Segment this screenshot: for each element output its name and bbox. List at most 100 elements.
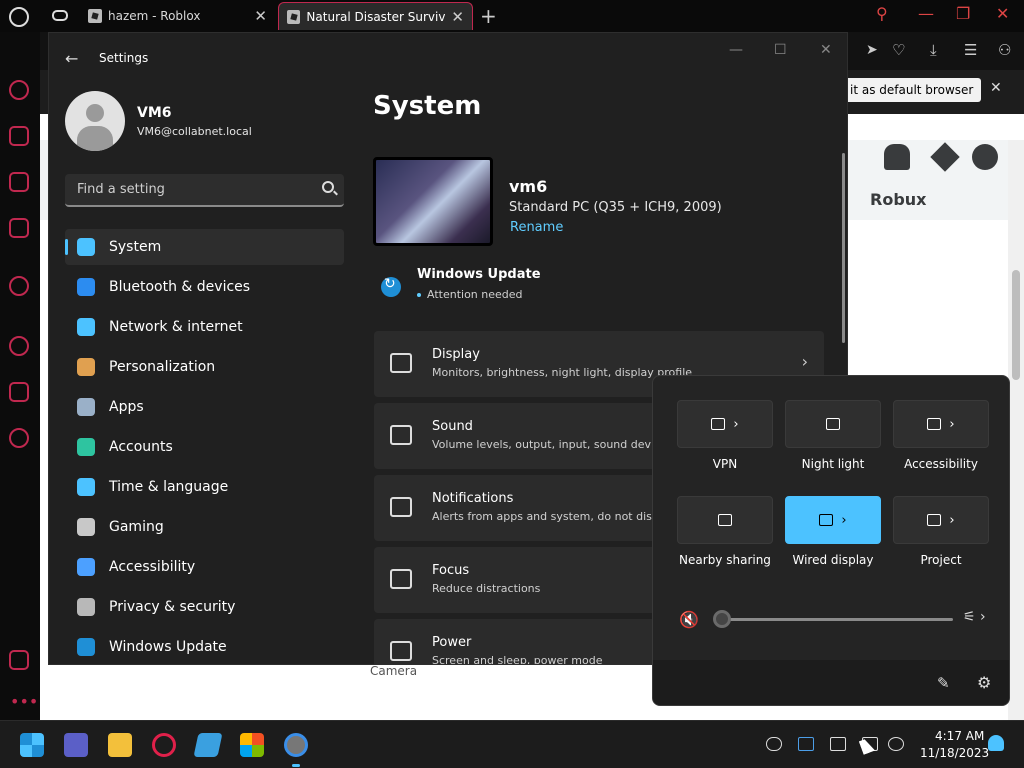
search-icon[interactable]	[322, 181, 334, 193]
settings-gear-icon[interactable]	[9, 428, 29, 448]
volume-slider[interactable]	[719, 618, 953, 621]
search-input[interactable]	[75, 181, 305, 198]
robux-label[interactable]: Robux	[870, 190, 926, 209]
speed-dial-icon[interactable]	[9, 80, 29, 100]
set-default-browser-button[interactable]: it as default browser	[842, 78, 982, 102]
tile-accessibility[interactable]: ›	[893, 400, 989, 448]
search-box[interactable]	[65, 174, 344, 207]
close-icon[interactable]: ✕	[820, 42, 832, 58]
sidebar-item-label: Privacy & security	[109, 599, 236, 615]
minimize-icon[interactable]: —	[729, 42, 743, 58]
keyboard-icon[interactable]	[830, 737, 846, 751]
opera-gx-icon[interactable]	[152, 733, 176, 757]
all-settings-gear-icon[interactable]: ⚙	[977, 673, 991, 692]
easy-setup-icon[interactable]: ☰	[964, 41, 977, 59]
opera-logo-icon[interactable]	[9, 7, 29, 27]
cube-icon[interactable]	[9, 382, 29, 402]
notifications-bell-icon[interactable]	[884, 144, 910, 170]
minimize-icon[interactable]: —	[918, 4, 934, 23]
sidebar-item-privacy-security[interactable]: Privacy & security	[65, 589, 344, 625]
windows-update-title[interactable]: Windows Update	[417, 267, 541, 282]
gamepad-icon	[77, 518, 95, 536]
volume-slider-thumb[interactable]	[713, 610, 731, 628]
audio-output-icon[interactable]: ⚟ ›	[963, 609, 986, 625]
tile-label: Wired display	[792, 553, 874, 567]
back-arrow-icon[interactable]: ←	[65, 49, 78, 68]
search-tabs-icon[interactable]: ⚲	[876, 4, 888, 23]
tile-wired-display[interactable]: ›	[785, 496, 881, 544]
twitch-icon[interactable]	[9, 172, 29, 192]
tab-hazem-roblox[interactable]: hazem - Roblox ✕	[80, 2, 275, 30]
chevron-right-icon[interactable]: ›	[841, 513, 846, 528]
sidebar-item-personalization[interactable]: Personalization	[65, 349, 344, 385]
settings-gear-icon[interactable]	[972, 144, 998, 170]
brush-icon	[77, 358, 95, 376]
cpu-icon[interactable]	[9, 218, 29, 238]
close-tab-icon[interactable]: ✕	[254, 7, 267, 25]
more-icon[interactable]: •••	[10, 692, 38, 711]
sidebar-item-bluetooth-devices[interactable]: Bluetooth & devices	[65, 269, 344, 305]
sidebar-item-accessibility[interactable]: Accessibility	[65, 549, 344, 585]
microsoft-store-icon[interactable]	[240, 733, 264, 757]
teams-icon[interactable]	[64, 733, 88, 757]
tile-vpn[interactable]: ›	[677, 400, 773, 448]
heart-icon[interactable]: ♡	[892, 41, 905, 59]
close-banner-icon[interactable]: ✕	[990, 80, 1002, 96]
notification-bell-icon[interactable]	[988, 735, 1004, 751]
tile-night-light[interactable]	[785, 400, 881, 448]
chevron-right-icon[interactable]: ›	[733, 417, 738, 432]
sidebar-item-system[interactable]: System	[65, 229, 344, 265]
restore-icon[interactable]: ❐	[956, 4, 970, 23]
sidebar-item-windows-update[interactable]: Windows Update	[65, 629, 344, 664]
file-explorer-icon[interactable]	[108, 733, 132, 757]
sidebar-item-time-language[interactable]: Time & language	[65, 469, 344, 505]
speaker-icon	[390, 425, 412, 445]
settings-scrollbar[interactable]	[842, 153, 845, 343]
new-tab-icon[interactable]: +	[480, 4, 497, 28]
sidebar-item-label: Network & internet	[109, 319, 243, 335]
running-indicator	[292, 764, 300, 767]
sidebar-item-apps[interactable]: Apps	[65, 389, 344, 425]
tile-project[interactable]: ›	[893, 496, 989, 544]
roblox-studio-icon[interactable]	[193, 733, 223, 757]
vpn-shield-icon	[711, 418, 726, 430]
game-controller-icon[interactable]	[52, 10, 68, 21]
start-button[interactable]	[20, 733, 44, 757]
download-icon[interactable]: ⤓	[930, 41, 937, 59]
close-tab-icon[interactable]: ✕	[451, 8, 464, 26]
close-window-icon[interactable]: ✕	[996, 4, 1009, 23]
volume-mute-icon[interactable]: 🔇	[679, 610, 699, 629]
gallery-icon[interactable]	[9, 650, 29, 670]
user-email: VM6@collabnet.local	[137, 125, 252, 138]
history-icon[interactable]	[9, 336, 29, 356]
sidebar-item-label: Accounts	[109, 439, 173, 455]
card-title: Power	[432, 635, 472, 650]
sidebar-item-accounts[interactable]: Accounts	[65, 429, 344, 465]
send-icon[interactable]: ➤	[866, 42, 878, 58]
sidebar-item-network-internet[interactable]: Network & internet	[65, 309, 344, 345]
page-scrollbar[interactable]	[1008, 140, 1024, 720]
avatar[interactable]	[65, 91, 125, 151]
volume-muted-icon[interactable]	[888, 737, 904, 751]
sidebar-item-gaming[interactable]: Gaming	[65, 509, 344, 545]
bag-icon[interactable]	[9, 126, 29, 146]
security-shield-icon[interactable]	[798, 737, 814, 751]
power-icon	[390, 641, 412, 661]
sidebar-item-label: Personalization	[109, 359, 216, 375]
scrollbar-thumb[interactable]	[1012, 270, 1020, 380]
rename-link[interactable]: Rename	[510, 220, 563, 235]
clock-time[interactable]: 4:17 AM	[935, 729, 984, 743]
profile-icon[interactable]: ⚇	[998, 41, 1011, 59]
player-icon[interactable]	[9, 276, 29, 296]
chevron-right-icon[interactable]: ›	[949, 417, 954, 432]
settings-app-icon[interactable]	[284, 733, 308, 757]
onedrive-icon[interactable]	[766, 737, 782, 751]
edit-pencil-icon[interactable]: ✎	[937, 674, 950, 692]
tile-label: Nearby sharing	[679, 553, 771, 567]
maximize-icon[interactable]: ☐	[774, 42, 787, 58]
clock-date[interactable]: 11/18/2023	[920, 746, 989, 760]
tab-natural-disaster-survival[interactable]: Natural Disaster Survival - R ✕	[278, 2, 473, 30]
chevron-right-icon[interactable]: ›	[949, 513, 954, 528]
tile-nearby-sharing[interactable]	[677, 496, 773, 544]
monitor-icon	[77, 238, 95, 256]
